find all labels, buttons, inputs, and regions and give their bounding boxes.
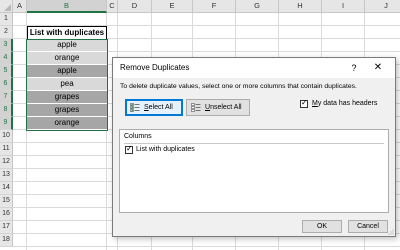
unselect-all-icon bbox=[191, 103, 201, 112]
data-cell[interactable]: grapes bbox=[27, 104, 107, 117]
cancel-button[interactable]: Cancel bbox=[348, 220, 388, 233]
data-cell[interactable]: grapes bbox=[27, 91, 107, 104]
select-all-corner[interactable] bbox=[0, 0, 13, 13]
resize-grip-icon[interactable] bbox=[388, 229, 394, 235]
dialog-title: Remove Duplicates bbox=[120, 63, 190, 72]
column-header-g[interactable]: G bbox=[236, 0, 279, 13]
gridline-horizontal bbox=[13, 246, 400, 247]
data-cell[interactable]: orange bbox=[27, 117, 107, 130]
row-header-10[interactable]: 10 bbox=[0, 130, 13, 143]
column-checkbox[interactable]: ✓ bbox=[125, 144, 133, 154]
row-header-16[interactable]: 16 bbox=[0, 208, 13, 221]
column-header-f[interactable]: F bbox=[193, 0, 236, 13]
row-header-4[interactable]: 4 bbox=[0, 52, 13, 65]
column-header-c[interactable]: C bbox=[107, 0, 118, 13]
row-header-13[interactable]: 13 bbox=[0, 169, 13, 182]
row-header-8[interactable]: 8 bbox=[0, 104, 13, 117]
data-cell[interactable]: apple bbox=[27, 39, 107, 52]
row-header-11[interactable]: 11 bbox=[0, 143, 13, 156]
select-all-button[interactable]: Select All bbox=[125, 99, 183, 116]
column-header-b[interactable]: B bbox=[27, 0, 107, 13]
select-all-icon bbox=[130, 103, 140, 112]
dialog-instruction: To delete duplicate values, select one o… bbox=[120, 83, 357, 90]
column-header-j[interactable]: J bbox=[365, 0, 400, 13]
headers-check-icon: ✓ bbox=[301, 98, 308, 107]
unselect-all-button[interactable]: Unselect All bbox=[186, 99, 250, 116]
column-header-a[interactable]: A bbox=[13, 0, 27, 13]
row-header-14[interactable]: 14 bbox=[0, 182, 13, 195]
unselect-all-label: Unselect All bbox=[205, 104, 242, 111]
data-cell[interactable]: orange bbox=[27, 52, 107, 65]
columns-list: Columns ✓ List with duplicates bbox=[119, 129, 389, 213]
row-header-2[interactable]: 2 bbox=[0, 26, 13, 39]
row-header-6[interactable]: 6 bbox=[0, 78, 13, 91]
headers-checkbox-label[interactable]: My data has headers bbox=[312, 100, 377, 107]
row-header-18[interactable]: 18 bbox=[0, 234, 13, 247]
row-header-3[interactable]: 3 bbox=[0, 39, 13, 52]
close-icon[interactable]: ✕ bbox=[371, 61, 385, 75]
ok-button[interactable]: OK bbox=[302, 220, 342, 233]
remove-duplicates-dialog: Remove Duplicates ? ✕ To delete duplicat… bbox=[112, 57, 396, 237]
column-header-i[interactable]: I bbox=[322, 0, 365, 13]
header-cell[interactable]: List with duplicates bbox=[27, 26, 107, 40]
dialog-title-bar[interactable]: Remove Duplicates ? ✕ bbox=[113, 58, 395, 78]
columns-title: Columns bbox=[124, 133, 152, 140]
data-cell[interactable]: pea bbox=[27, 78, 107, 91]
help-icon[interactable]: ? bbox=[347, 61, 361, 75]
column-check-icon: ✓ bbox=[126, 144, 133, 153]
select-all-label: Select All bbox=[144, 104, 173, 111]
row-header-5[interactable]: 5 bbox=[0, 65, 13, 78]
row-header-9[interactable]: 9 bbox=[0, 117, 13, 130]
row-header-12[interactable]: 12 bbox=[0, 156, 13, 169]
columns-divider bbox=[124, 143, 384, 144]
column-header-d[interactable]: D bbox=[118, 0, 152, 13]
column-item-label[interactable]: List with duplicates bbox=[136, 146, 195, 153]
row-header-15[interactable]: 15 bbox=[0, 195, 13, 208]
row-header-7[interactable]: 7 bbox=[0, 91, 13, 104]
row-header-1[interactable]: 1 bbox=[0, 13, 13, 26]
row-header-17[interactable]: 17 bbox=[0, 221, 13, 234]
data-cell[interactable]: apple bbox=[27, 65, 107, 78]
column-header-e[interactable]: E bbox=[152, 0, 193, 13]
column-header-h[interactable]: H bbox=[279, 0, 322, 13]
headers-checkbox[interactable]: ✓ bbox=[300, 98, 308, 108]
